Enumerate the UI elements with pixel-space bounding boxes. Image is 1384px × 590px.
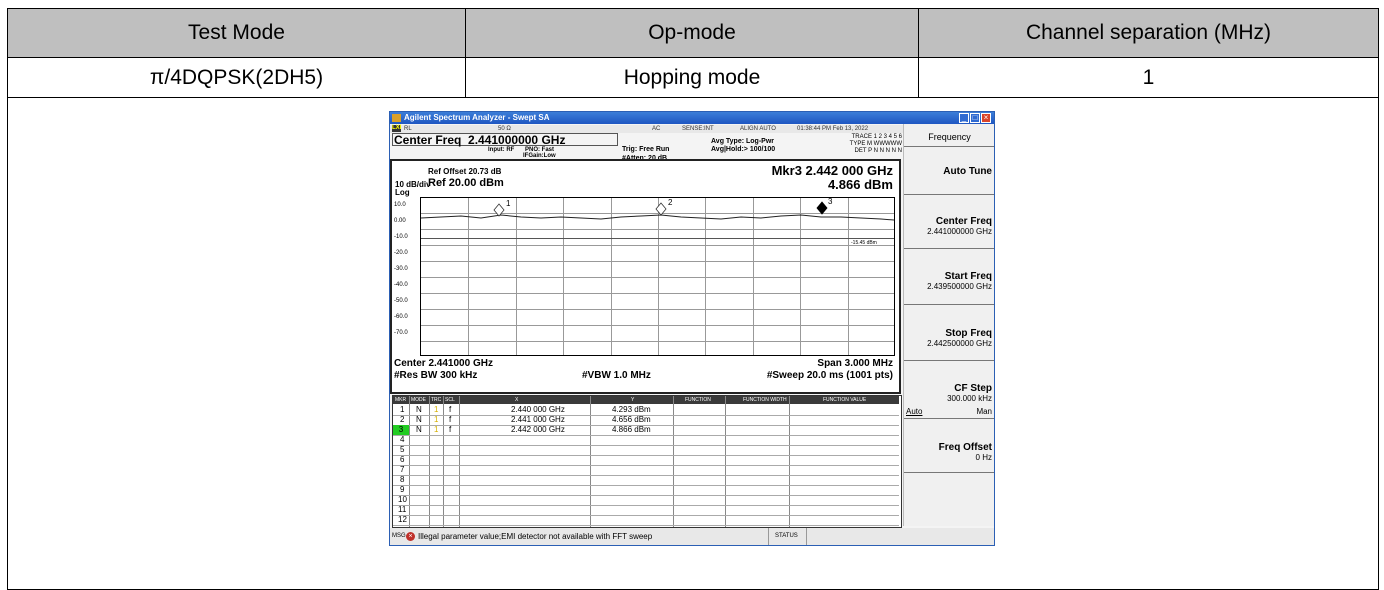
spectrum-analyzer-screenshot: Agilent Spectrum Analyzer - Swept SA _ □… (389, 111, 995, 546)
plot-grid: -15.45 dBm 1 2 3 (420, 197, 895, 356)
y-tick: -10.0 (394, 234, 408, 240)
y-tick: 0.00 (394, 218, 406, 224)
marker-table: MKR MODE TRC SCL X Y FUNCTION FUNCTION W… (392, 395, 902, 528)
spectrum-plot: Ref Offset 20.73 dB 10 dB/div Ref 20.00 … (390, 159, 901, 394)
y-tick: -70.0 (394, 330, 408, 336)
res-bw: #Res BW 300 kHz (394, 370, 478, 381)
previous-page-fragment (0, 0, 1384, 8)
y-tick: 10.0 (394, 202, 406, 208)
trace-line: 1 2 3 (421, 198, 894, 221)
analyzer-status-bar: RL 50 Ω AC SENSE:INT ALIGN AUTO 01:38:44… (390, 125, 903, 133)
center-freq-label: Center Freq 2.441000000 GHz (394, 133, 566, 147)
y-tick: -20.0 (394, 250, 408, 256)
analyzer-title: Agilent Spectrum Analyzer - Swept SA (404, 113, 550, 122)
marker-2-icon (655, 202, 667, 216)
analyzer-title-bar: Agilent Spectrum Analyzer - Swept SA _ □… (390, 112, 994, 124)
marker-2-label: 2 (668, 198, 673, 207)
marker-3-label: 3 (828, 198, 833, 206)
cell-op-mode: Hopping mode (465, 57, 919, 98)
message-bar: MSG × Illegal parameter value;EMI detect… (390, 528, 994, 545)
y-tick: -30.0 (394, 266, 408, 272)
freq-offset-button[interactable]: Freq Offset 0 Hz (904, 442, 994, 462)
status-label: STATUS (775, 533, 798, 539)
header-channel-separation: Channel separation (MHz) (918, 8, 1379, 58)
minimize-icon: _ (959, 113, 969, 123)
auto-tune-button[interactable]: Auto Tune (904, 166, 994, 177)
marker-3-icon (816, 201, 828, 215)
cell-test-mode: π/4DQPSK(2DH5) (7, 57, 466, 98)
cell-channel-separation: 1 (918, 57, 1379, 98)
close-icon: × (981, 113, 991, 123)
agilent-logo-icon (392, 114, 401, 122)
ref-level: Ref 20.00 dBm (428, 177, 504, 189)
y-tick: -60.0 (394, 314, 408, 320)
log-label: Log (395, 188, 410, 197)
cf-step-button[interactable]: CF Step 300.000 kHz (904, 383, 994, 403)
marker-1-label: 1 (506, 199, 511, 208)
start-freq-button[interactable]: Start Freq 2.439500000 GHz (904, 271, 994, 291)
ref-offset: Ref Offset 20.73 dB (428, 167, 502, 176)
header-test-mode: Test Mode (7, 8, 466, 58)
marker-readout: Mkr3 2.442 000 GHz (771, 163, 893, 178)
softkey-panel: Frequency Auto Tune Center Freq 2.4410000… (903, 124, 994, 526)
header-op-mode: Op-mode (465, 8, 919, 58)
message-text: Illegal parameter value;EMI detector not… (418, 532, 653, 541)
marker-value: 4.866 dBm (827, 177, 893, 192)
error-icon: × (406, 532, 415, 541)
center-freq-bar: Center Freq 2.441000000 GHz Input: RF PN… (392, 133, 776, 162)
y-tick: -50.0 (394, 298, 408, 304)
stop-freq-button[interactable]: Stop Freq 2.442500000 GHz (904, 328, 994, 348)
cf-step-man[interactable]: Man (976, 407, 992, 416)
sweep: #Sweep 20.0 ms (1001 pts) (766, 370, 893, 381)
center-bottom: Center 2.441000 GHz (394, 358, 493, 369)
lxi-icon: LXI (392, 125, 402, 132)
marker-1-icon (493, 203, 505, 217)
trace-status: TRACE 1 2 3 4 5 6 TYPE M WWWWW DET P N N… (849, 134, 902, 154)
span: Span 3.000 MHz (817, 358, 893, 369)
cf-step-auto[interactable]: Auto (906, 407, 922, 416)
center-freq-button[interactable]: Center Freq 2.441000000 GHz (904, 216, 994, 236)
marker-table-header: MKR MODE TRC SCL X Y FUNCTION FUNCTION W… (393, 396, 899, 404)
softkey-menu-title: Frequency (928, 132, 971, 142)
maximize-icon: □ (970, 113, 980, 123)
y-tick: -40.0 (394, 282, 408, 288)
table-row: 12 (393, 515, 899, 526)
vbw: #VBW 1.0 MHz (582, 370, 651, 381)
